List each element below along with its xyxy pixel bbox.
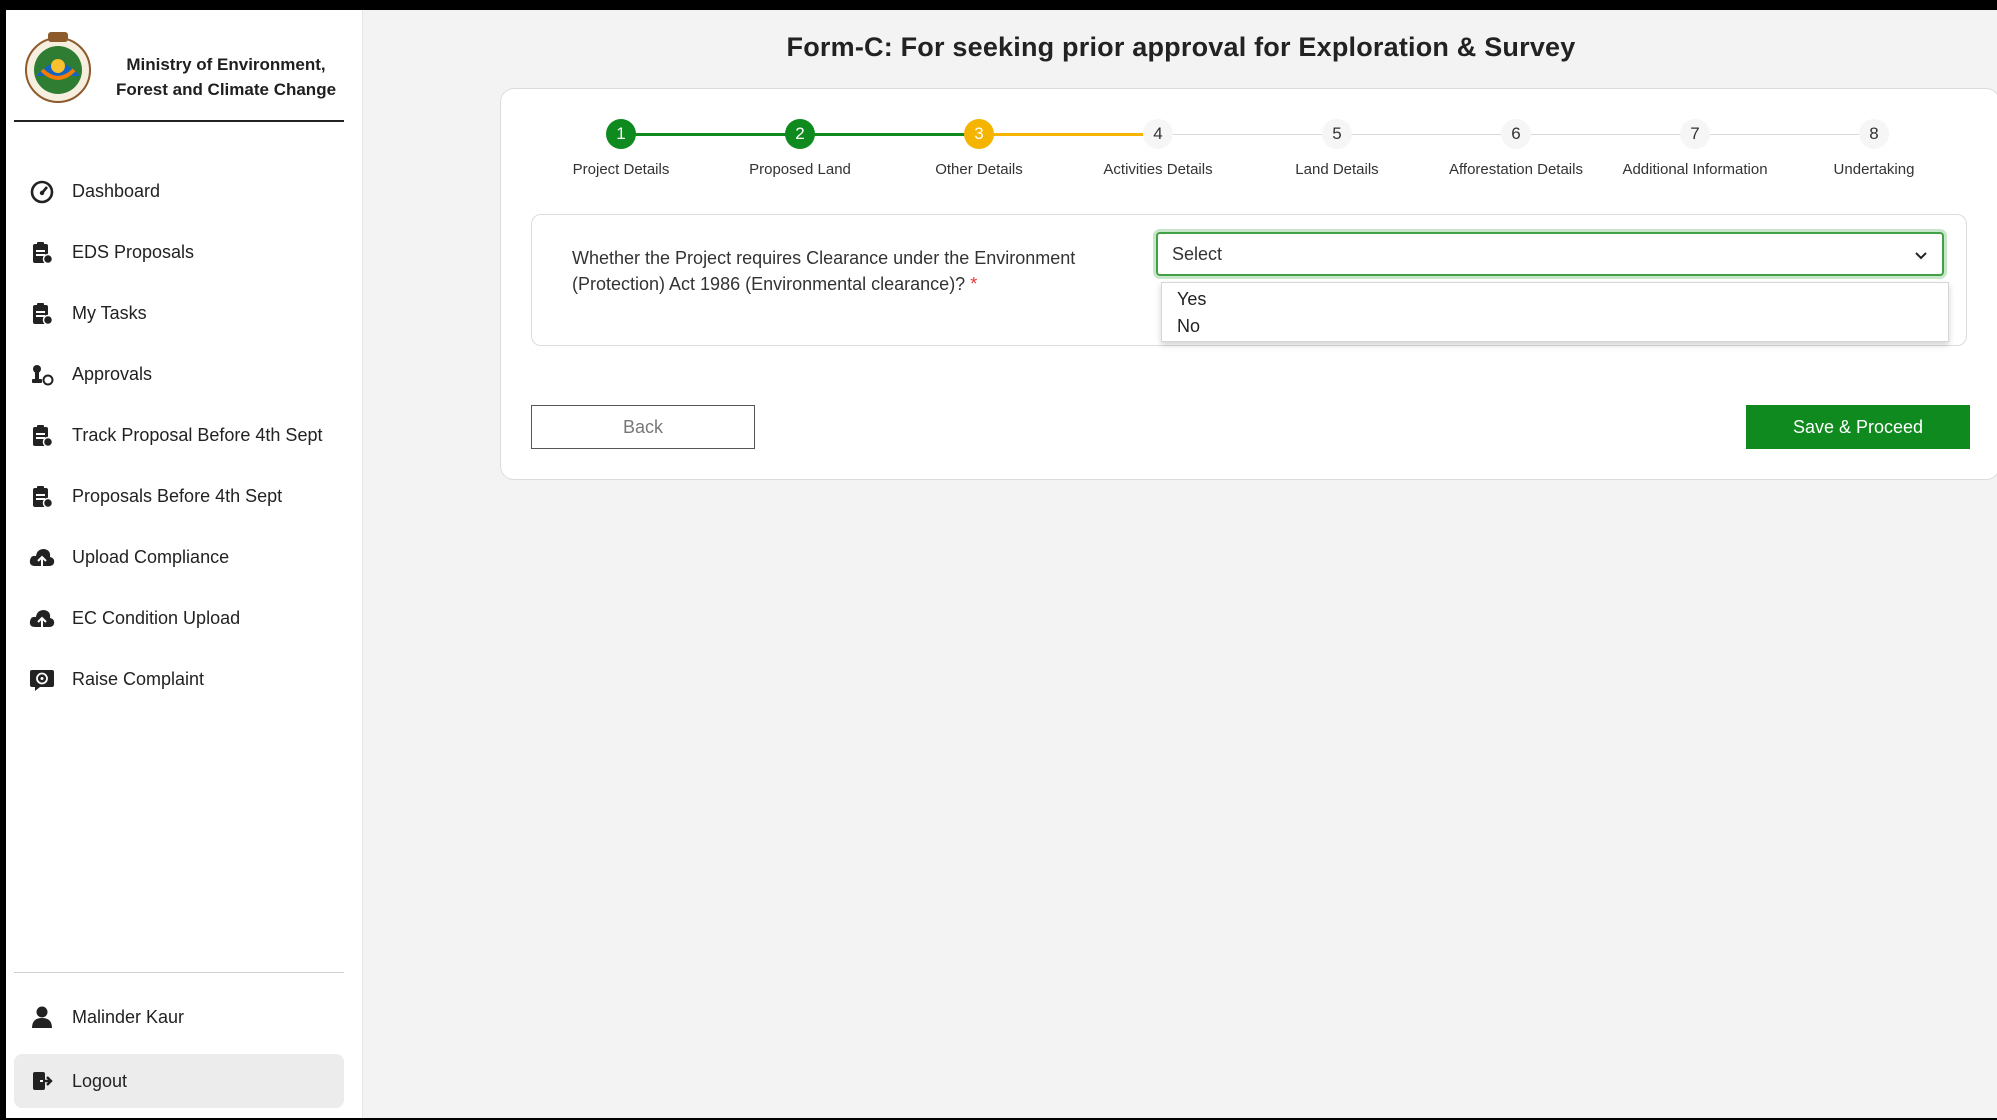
user-icon [28,1003,56,1031]
sidebar-item-eds-proposals[interactable]: EDS Proposals [14,222,354,283]
sidebar-item-approvals[interactable]: Approvals [14,344,354,405]
sidebar-item-raise-complaint[interactable]: Raise Complaint [14,649,354,710]
step-connector [1695,134,1873,135]
sidebar-item-label: My Tasks [72,303,147,323]
sidebar-item-track-proposal[interactable]: Track Proposal Before 4th Sept [14,405,354,466]
question-text: Whether the Project requires Clearance u… [572,248,1076,294]
sidebar: Ministry of Environment, Forest and Clim… [6,10,363,1118]
cloud-upload-icon [28,605,56,633]
step-3-label: Other Details [935,161,1023,178]
user-profile[interactable]: Malinder Kaur [14,997,344,1037]
complaint-icon [28,666,56,694]
step-7-label: Additional Information [1622,161,1768,178]
sidebar-item-label: EC Condition Upload [72,608,241,628]
required-mark: * [970,274,978,294]
step-connector [1515,134,1695,135]
gauge-icon [28,178,56,206]
sidebar-item-ec-condition-upload[interactable]: EC Condition Upload [14,588,354,649]
sidebar-item-proposals-before[interactable]: Proposals Before 4th Sept [14,466,354,527]
sidebar-item-label: EDS Proposals [72,242,195,262]
logout-button[interactable]: Logout [14,1054,344,1108]
clipboard-icon [28,422,56,450]
step-connector [1337,134,1515,135]
sidebar-item-label: Upload Compliance [72,547,230,567]
stamp-icon [28,361,56,389]
clipboard-icon [28,483,56,511]
environment-clearance-select[interactable]: Select [1156,232,1944,276]
step-2-indicator[interactable]: 2 [785,119,815,149]
step-5-label: Land Details [1295,161,1379,178]
sidebar-item-label: Dashboard [72,181,161,201]
sidebar-item-upload-compliance[interactable]: Upload Compliance [14,527,354,588]
step-2-label: Proposed Land [749,161,851,178]
sidebar-nav: Dashboard EDS Proposals My Tasks Approva… [14,161,354,710]
step-6-label: Afforestation Details [1449,161,1583,178]
step-1-label: Project Details [572,161,670,178]
sidebar-item-my-tasks[interactable]: My Tasks [14,283,354,344]
clipboard-icon [28,239,56,267]
back-button[interactable]: Back [531,405,755,449]
step-3-indicator[interactable]: 3 [964,119,994,149]
step-8-label: Undertaking [1833,161,1915,178]
select-options-dropdown: Yes No [1161,282,1949,342]
form-stepper: 1 2 3 4 5 6 7 8 Project Details Proposed… [501,89,1997,199]
step-connector [1157,134,1337,135]
sidebar-item-label: Track Proposal Before 4th Sept [72,425,323,445]
sidebar-divider [14,972,344,973]
user-name: Malinder Kaur [72,1006,185,1027]
step-6-indicator[interactable]: 6 [1501,119,1531,149]
step-8-indicator[interactable]: 8 [1859,119,1889,149]
chevron-down-icon [1915,252,1927,260]
logout-icon [28,1067,56,1095]
sidebar-item-label: Approvals [72,364,153,384]
brand-title: Ministry of Environment, Forest and Clim… [115,55,337,99]
question-label: Whether the Project requires Clearance u… [572,245,1142,297]
step-4-label: Activities Details [1103,161,1213,178]
sidebar-item-dashboard[interactable]: Dashboard [14,161,354,222]
step-4-indicator[interactable]: 4 [1143,119,1173,149]
logout-label: Logout [72,1070,128,1091]
clipboard-icon [28,300,56,328]
app-window: Ministry of Environment, Forest and Clim… [6,10,1997,1118]
option-no[interactable]: No [1162,313,1948,340]
cloud-upload-icon [28,544,56,572]
option-yes[interactable]: Yes [1162,286,1948,313]
brand-header: Ministry of Environment, Forest and Clim… [14,22,344,122]
sidebar-item-label: Proposals Before 4th Sept [72,486,283,506]
sidebar-item-label: Raise Complaint [72,669,205,689]
select-value: Select [1172,243,1223,264]
step-connector [799,133,979,136]
save-proceed-button[interactable]: Save & Proceed [1746,405,1970,449]
ministry-logo-icon [25,32,91,103]
page-title: Form-C: For seeking prior approval for E… [786,32,1576,62]
step-1-indicator[interactable]: 1 [606,119,636,149]
step-connector [979,133,1157,136]
step-5-indicator[interactable]: 5 [1322,119,1352,149]
step-connector [621,133,799,136]
step-7-indicator[interactable]: 7 [1680,119,1710,149]
